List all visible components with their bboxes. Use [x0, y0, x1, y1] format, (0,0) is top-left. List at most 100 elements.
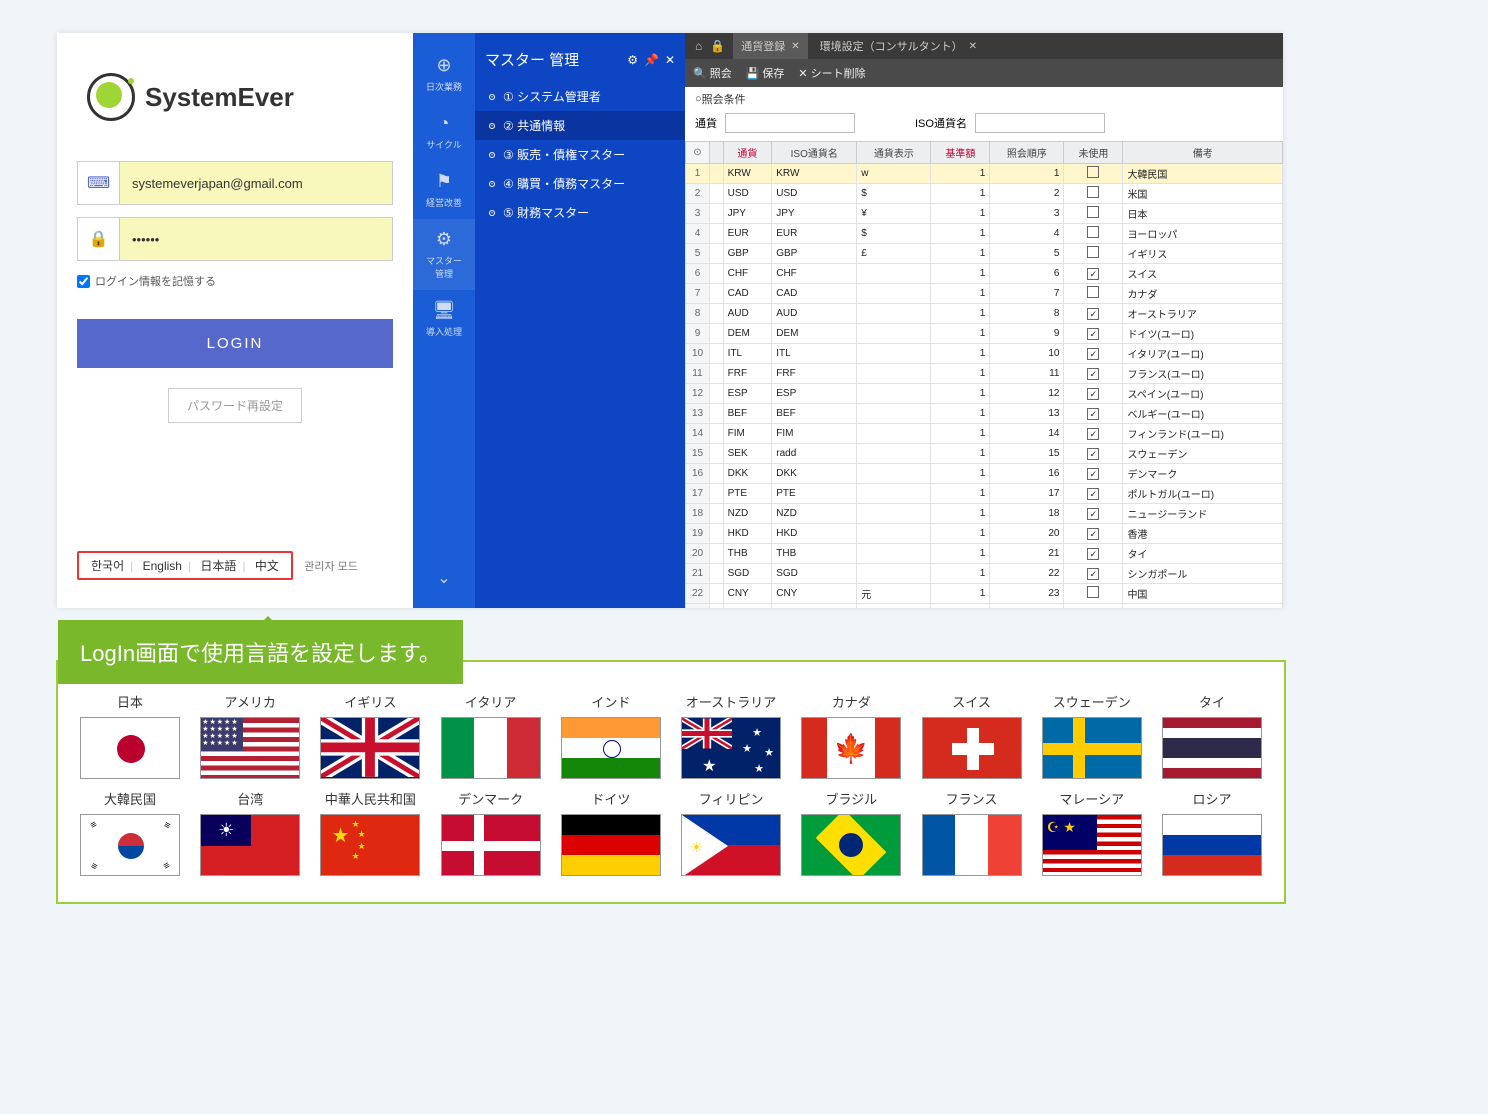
- table-row[interactable]: 21SGDSGD122✓シンガポール: [686, 564, 1283, 584]
- save-button[interactable]: 💾保存: [746, 65, 785, 81]
- chevron-down-icon[interactable]: ⌄: [437, 568, 450, 588]
- tab-currency[interactable]: 通貨登録✕: [733, 33, 807, 59]
- tree-item-common[interactable]: -② 共通情報: [475, 111, 685, 140]
- condition-fields: 通貨 ISO通貨名: [685, 109, 1283, 141]
- table-row[interactable]: 4EUREUR$14ヨーロッパ: [686, 224, 1283, 244]
- lock-icon[interactable]: 🔒: [710, 39, 725, 53]
- password-field[interactable]: [120, 222, 392, 257]
- sidebar-item-daily[interactable]: ⊕日次業務: [413, 45, 475, 103]
- monitor-icon: 🖥: [433, 300, 456, 321]
- flag-cell: インド: [555, 692, 667, 779]
- password-reset-button[interactable]: パスワード再設定: [168, 388, 302, 423]
- email-field[interactable]: [120, 166, 392, 201]
- tree-title: マスター 管理: [485, 49, 579, 70]
- flag-cell: ブラジル: [795, 789, 907, 876]
- tree-item-sales[interactable]: -③ 販売・債権マスター: [475, 140, 685, 169]
- table-row[interactable]: 8AUDAUD18✓オーストラリア: [686, 304, 1283, 324]
- table-row[interactable]: 18NZDNZD118✓ニュージーランド: [686, 504, 1283, 524]
- flag-label: イタリア: [465, 692, 516, 711]
- tree-pin-icon[interactable]: 📌: [644, 53, 659, 67]
- flags-box: 日本アメリカ★★★★★★★★★★★★★★★★★★★★イギリスイタリアインドオース…: [56, 660, 1286, 904]
- flag-cell: スウェーデン: [1036, 692, 1148, 779]
- flag-cell: フィリピン☀: [675, 789, 787, 876]
- flag-cell: 台湾☀: [194, 789, 306, 876]
- tree-gear-icon[interactable]: ⚙: [627, 53, 638, 67]
- table-row[interactable]: 15SEKradd115✓スウェーデン: [686, 444, 1283, 464]
- tab-env[interactable]: 環境設定（コンサルタント）✕: [812, 33, 985, 59]
- tree-panel: マスター 管理 ⚙ 📌 ✕ -① システム管理者 -② 共通情報 -③ 販売・債…: [475, 33, 685, 608]
- flag-label: 中華人民共和国: [325, 789, 416, 808]
- tree-item-system-admin[interactable]: -① システム管理者: [475, 82, 685, 111]
- tree-close-icon[interactable]: ✕: [665, 53, 675, 67]
- flag-label: 日本: [117, 692, 143, 711]
- flag-label: ブラジル: [825, 789, 877, 808]
- tabbar: ⌂ 🔒 通貨登録✕ 環境設定（コンサルタント）✕: [685, 33, 1283, 59]
- flag-label: カナダ: [832, 692, 871, 711]
- table-row[interactable]: 16DKKDKK116✓デンマーク: [686, 464, 1283, 484]
- delete-sheet-button[interactable]: ✕シート削除: [798, 65, 865, 81]
- tree-item-purchase[interactable]: -④ 購買・債務マスター: [475, 169, 685, 198]
- remember-label: ログイン情報を記憶する: [95, 273, 216, 289]
- id-icon: ⌨: [78, 162, 120, 204]
- table-row[interactable]: 9DEMDEM19✓ドイツ(ユーロ): [686, 324, 1283, 344]
- condition-title: 照会条件: [702, 91, 746, 107]
- flag-cell: スイス: [916, 692, 1028, 779]
- flag-label: アメリカ: [225, 692, 276, 711]
- condition-header: ○ 照会条件: [685, 87, 1283, 109]
- language-selector-box: 한국어| English| 日本語| 中文: [77, 551, 293, 580]
- logo-text: SystemEver: [145, 82, 294, 113]
- sidebar-item-cycle[interactable]: ◔サイクル: [413, 103, 475, 161]
- sidebar-item-mgmt[interactable]: ⚑経営改善: [413, 161, 475, 219]
- table-row[interactable]: 14FIMFIM114✓フィンランド(ユーロ): [686, 424, 1283, 444]
- lang-ja[interactable]: 日本語: [200, 559, 236, 573]
- table-row[interactable]: 5GBPGBP£15イギリス: [686, 244, 1283, 264]
- table-row[interactable]: 19HKDHKD120✓香港: [686, 524, 1283, 544]
- table-row[interactable]: 6CHFCHF16✓スイス: [686, 264, 1283, 284]
- table-row[interactable]: 10ITLITL110✓イタリア(ユーロ): [686, 344, 1283, 364]
- close-icon[interactable]: ✕: [969, 41, 977, 52]
- table-row[interactable]: 20THBTHB121✓タイ: [686, 544, 1283, 564]
- save-icon: 💾: [746, 67, 760, 80]
- search-button[interactable]: 🔍照会: [693, 65, 732, 81]
- flag-label: イギリス: [344, 692, 396, 711]
- flag-cell: 日本: [74, 692, 186, 779]
- table-row[interactable]: 22CNYCNY元123中国: [686, 584, 1283, 604]
- tree-title-bar: マスター 管理 ⚙ 📌 ✕: [475, 43, 685, 82]
- table-row[interactable]: 11FRFFRF111✓フランス(ユーロ): [686, 364, 1283, 384]
- logo: SystemEver: [87, 73, 393, 121]
- flag-label: ロシア: [1192, 789, 1231, 808]
- table-row[interactable]: 7CADCAD17カナダ: [686, 284, 1283, 304]
- table-row[interactable]: 12ESPESP112✓スペイン(ユーロ): [686, 384, 1283, 404]
- tree-item-finance[interactable]: -⑤ 財務マスター: [475, 198, 685, 227]
- remember-checkbox[interactable]: [77, 275, 90, 288]
- table-row[interactable]: 13BEFBEF113✓ベルギー(ユーロ): [686, 404, 1283, 424]
- table-row[interactable]: 17PTEPTE117✓ポルトガル(ユーロ): [686, 484, 1283, 504]
- logo-icon: [87, 73, 135, 121]
- flag-cell: マレーシア☪ ★: [1036, 789, 1148, 876]
- remember-login[interactable]: ログイン情報を記憶する: [77, 273, 393, 289]
- table-row[interactable]: 1KRWKRWw11大韓民国: [686, 164, 1283, 184]
- login-button[interactable]: LOGIN: [77, 319, 393, 368]
- cond-iso-label: ISO通貨名: [915, 115, 967, 131]
- flag-cell: ロシア: [1156, 789, 1268, 876]
- flag-label: スウェーデン: [1053, 692, 1131, 711]
- sidebar-item-master[interactable]: ⚙マスター 管理: [413, 219, 475, 290]
- admin-mode[interactable]: 관리자 모드: [304, 561, 358, 573]
- lang-en[interactable]: English: [143, 559, 182, 573]
- table-row[interactable]: 3JPYJPY¥13日本: [686, 204, 1283, 224]
- close-icon[interactable]: ✕: [791, 41, 799, 52]
- home-icon[interactable]: ⌂: [695, 39, 702, 53]
- flag-cell: アメリカ★★★★★★★★★★★★★★★★★★★★: [194, 692, 306, 779]
- lang-zh[interactable]: 中文: [255, 559, 279, 573]
- login-panel: SystemEver ⌨ 🔒 ログイン情報を記憶する LOGIN パスワード再設…: [57, 33, 413, 608]
- password-group: 🔒: [77, 217, 393, 261]
- flag-cell: タイ: [1156, 692, 1268, 779]
- flag-cell: フランス: [916, 789, 1028, 876]
- cond-currency-input[interactable]: [725, 113, 855, 133]
- currency-grid[interactable]: ⊙通貨ISO通貨名通貨表示基準額照会順序未使用備考 1KRWKRWw11大韓民国…: [685, 141, 1283, 608]
- cond-iso-input[interactable]: [975, 113, 1105, 133]
- sidebar-item-import[interactable]: 🖥導入処理: [413, 290, 475, 348]
- lang-ko[interactable]: 한국어: [91, 559, 124, 573]
- table-row[interactable]: 2USDUSD$12米国: [686, 184, 1283, 204]
- table-row[interactable]: 23TWDTWD124✓台湾: [686, 604, 1283, 609]
